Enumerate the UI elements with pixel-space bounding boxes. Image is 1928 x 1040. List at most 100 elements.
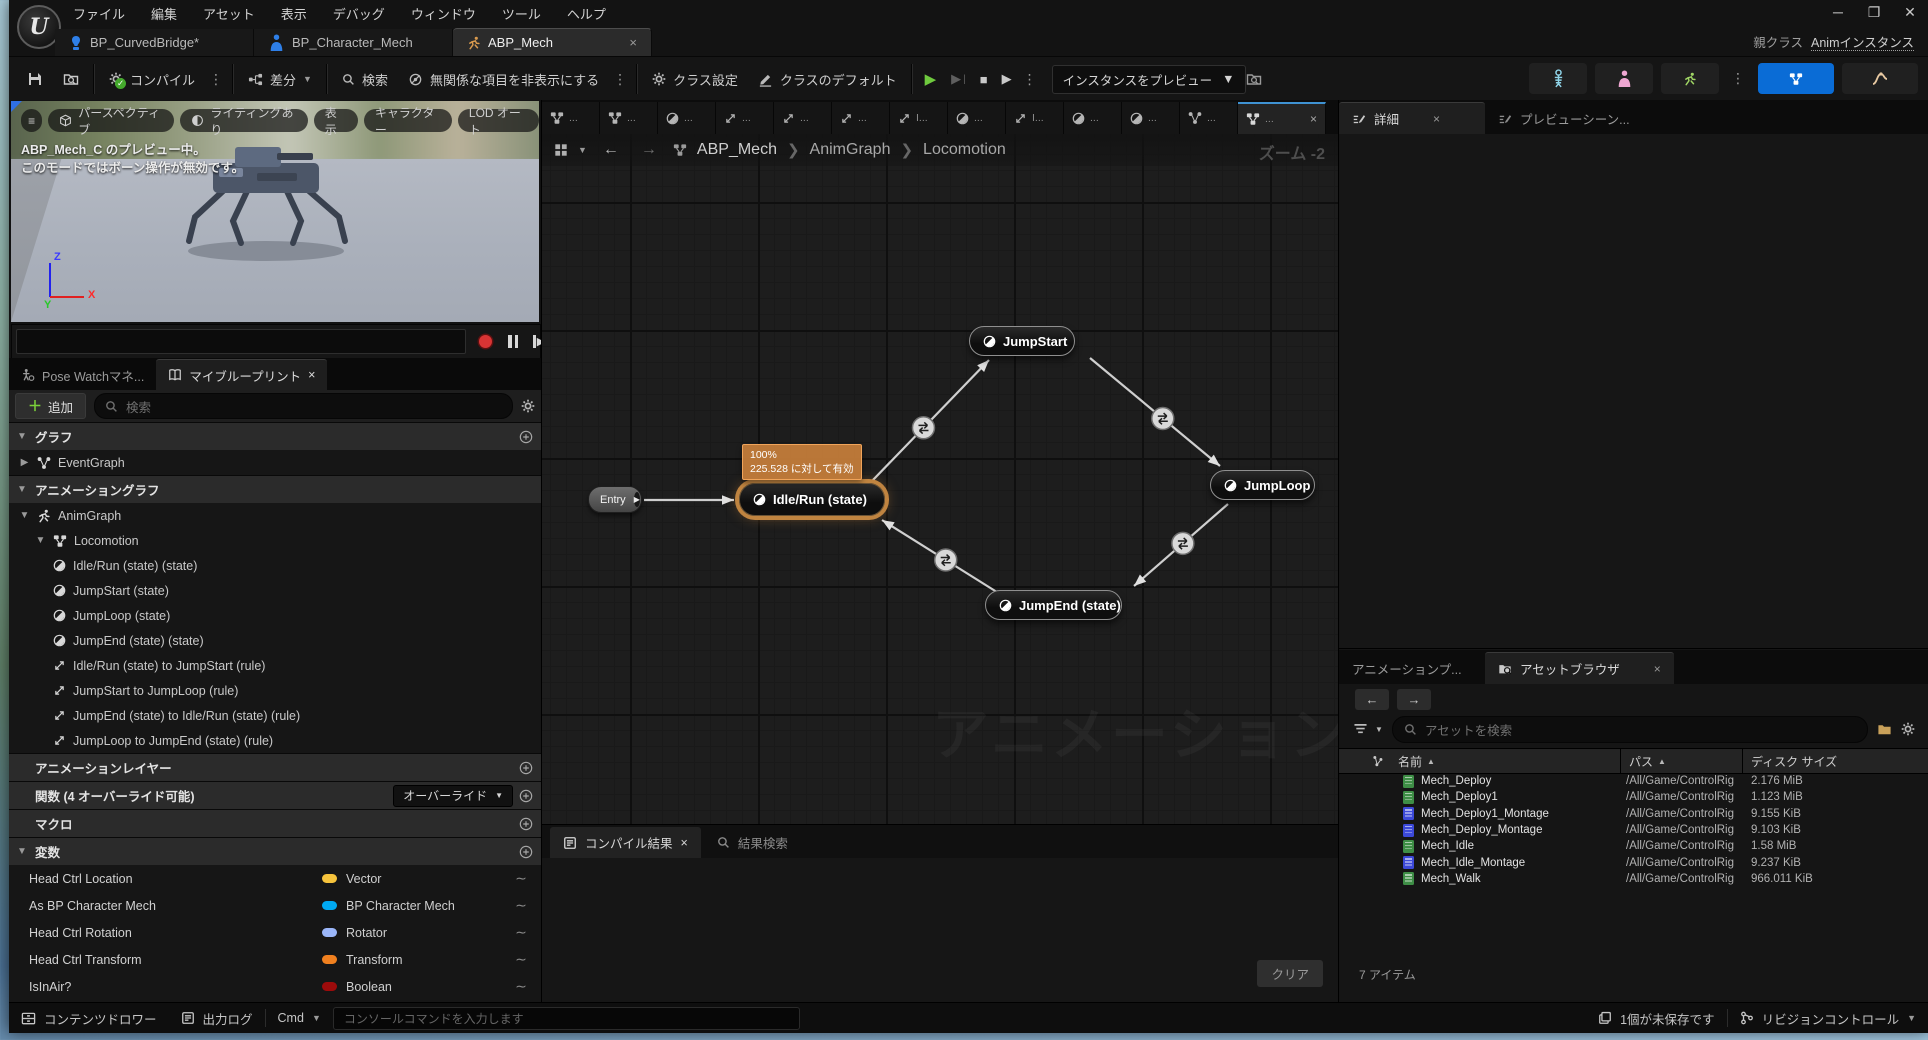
asset-row-Mech_Idle[interactable]: Mech_Idle/All/Game/ControlRig 1.58 MiB [1339,838,1928,854]
graph-tab-9[interactable]: ... [1064,102,1122,134]
asset-browser-tab--[interactable]: アセットブラウザ × [1485,652,1674,684]
maximize-button[interactable]: ❐ [1864,4,1884,21]
graph-tab-10[interactable]: ... [1122,102,1180,134]
mode-anim-curve-button[interactable] [1842,63,1918,94]
menu-item-ファイル[interactable]: ファイル [73,4,125,23]
hide-unrelated-button[interactable]: 無関係な項目を非表示にする [398,64,609,94]
eye-closed-icon[interactable]: ∼ [511,870,531,887]
menu-item-表示[interactable]: 表示 [281,4,307,23]
mode-blueprint-button[interactable] [1758,63,1834,94]
graph-tab-8[interactable]: I... [1006,102,1064,134]
parent-class-link[interactable]: Animインスタンス [1811,36,1914,51]
column-name[interactable]: 名前 ▲ [1398,749,1435,773]
transition-rule-node[interactable] [1151,406,1175,431]
column-size[interactable]: ディスク サイズ [1751,749,1837,773]
section-header-アニメーショングラフ[interactable]: ▼ アニメーショングラフ [9,475,541,503]
section-header-グラフ[interactable]: ▼ グラフ [9,422,541,450]
more-options-icon[interactable]: ⋮ [609,71,632,88]
state-machine-canvas[interactable]: アニメーション ▼ ← → ABP_Mech ❯ AnimGraph ❯ Locomotion… [542,134,1339,824]
entry-output-pin[interactable]: ▶ [633,492,640,507]
breadcrumb-AnimGraph[interactable]: AnimGraph [810,141,891,159]
find-button[interactable]: 検索 [332,64,398,94]
close-icon[interactable]: × [308,368,315,382]
mode-skeleton-button[interactable] [1529,63,1587,94]
graph-tab-1[interactable]: ... [600,102,658,134]
output-log-button[interactable]: 出力ログ [169,1003,265,1033]
menu-item-デバッグ[interactable]: デバッグ [333,4,385,23]
transition-rule-node[interactable] [911,416,936,440]
viewport-pill-パースペクティブ[interactable]: パースペクティブ [48,106,175,137]
asset-search-input[interactable]: アセットを検索 [1391,715,1868,743]
viewport-menu-button[interactable]: ≡ [21,109,43,132]
tree-item-JumpEnd-state-state-[interactable]: JumpEnd (state) (state) [9,628,541,653]
graph-tab-4[interactable]: ... [774,102,832,134]
eye-closed-icon[interactable]: ∼ [511,978,531,995]
filter-icon[interactable]: ▼ [1353,723,1383,736]
tree-item-AnimGraph[interactable]: ▼ AnimGraph [9,503,541,528]
graph-tab-5[interactable]: ... [832,102,890,134]
section-header-マクロ[interactable]: マクロ [9,809,541,837]
add-変数-icon[interactable] [519,845,533,859]
compiler-results-tab[interactable]: コンパイル結果 × [550,827,701,858]
nav-back-icon[interactable]: ← [597,141,625,159]
section-header-アニメーションレイヤー[interactable]: アニメーションレイヤー [9,753,541,781]
chevron-down-icon[interactable]: ▼ [17,431,29,442]
override-dropdown[interactable]: オーバーライド ▼ [393,784,513,807]
unsaved-assets-button[interactable]: 1個が未保存です [1586,1003,1726,1033]
expander-icon[interactable]: ▼ [19,510,30,521]
graph-tab-0[interactable]: ... [542,102,600,134]
menu-item-ツール[interactable]: ツール [502,4,541,23]
variable-row-Head-Ctrl-Rotation[interactable]: Head Ctrl Rotation Rotator ∼ [9,919,541,946]
menu-item-編集[interactable]: 編集 [151,4,177,23]
results-search-input[interactable]: 結果検索 [717,827,788,858]
state-node-idlerun[interactable]: Idle/Run (state) [739,483,885,516]
viewport-pill-ライティングあり[interactable]: ライティングあり [180,106,308,137]
viewport-pill-LOD オート[interactable]: LOD オート [457,106,539,137]
add-アニメーションレイヤー-icon[interactable] [519,761,533,775]
browse-asset-button[interactable] [53,64,89,94]
advance-button[interactable]: ▶ [995,71,1019,87]
more-options-icon[interactable]: ⋮ [1727,70,1750,87]
mode-mesh-button[interactable] [1595,63,1653,94]
viewport-pill-表示[interactable]: 表示 [313,106,358,137]
tab-pose-watch[interactable]: Pose Watchマネ... [9,360,156,390]
tree-item-JumpEnd-state-to-Idle-Run-state-rule-[interactable]: JumpEnd (state) to Idle/Run (state) (rul… [9,703,541,728]
tree-item-EventGraph[interactable]: ▶ EventGraph [9,450,541,475]
settings-gear-icon[interactable] [1901,722,1915,736]
preview-viewport[interactable]: ≡ パースペクティブ ライティングあり 表示 キャラクター LOD オート ABP_Mec… [11,101,539,322]
revision-control-button[interactable]: リビジョンコントロール ▼ [1728,1003,1928,1033]
graph-tab-3[interactable]: ... [716,102,774,134]
cmd-dropdown[interactable]: Cmd ▼ [266,1003,333,1033]
viewport-pill-キャラクター[interactable]: キャラクター [363,106,452,137]
chevron-down-icon[interactable]: ▼ [17,846,29,857]
settings-gear-icon[interactable] [521,399,535,413]
clear-button[interactable]: クリア [1257,960,1323,987]
class-defaults-button[interactable]: クラスのデフォルト [748,64,907,94]
graph-tab-11[interactable]: ... [1180,102,1238,134]
state-node-jumpstart[interactable]: JumpStart [969,326,1075,356]
breadcrumb-Locomotion[interactable]: Locomotion [923,141,1006,159]
column-type-icon[interactable] [1372,749,1385,773]
close-icon[interactable]: × [1654,662,1661,676]
menu-item-ヘルプ[interactable]: ヘルプ [567,4,606,23]
doc-tab-ABP_Mech[interactable]: ABP_Mech × [453,28,652,56]
transition-rule-node[interactable] [933,548,958,572]
pause-button[interactable] [502,331,524,351]
variable-row-Head-Ctrl-Transform[interactable]: Head Ctrl Transform Transform ∼ [9,946,541,973]
entry-node[interactable]: Entry ▶ [588,486,642,513]
chevron-down-icon[interactable]: ▼ [17,484,29,495]
forward-button[interactable]: → [1397,688,1431,710]
tab-my-blueprint[interactable]: マイブループリント × [156,359,328,390]
add-button[interactable]: ＋追加 [15,393,87,419]
my-blueprint-search-input[interactable]: 検索 [94,393,513,419]
asset-row-Mech_Deploy_Montage[interactable]: Mech_Deploy_Montage/All/Game/ControlRig 9… [1339,822,1928,838]
tree-item-JumpStart-to-JumpLoop-rule-[interactable]: JumpStart to JumpLoop (rule) [9,678,541,703]
close-button[interactable]: ✕ [1900,4,1920,21]
asset-row-Mech_Deploy1_Montage[interactable]: Mech_Deploy1_Montage/All/Game/ControlRig… [1339,806,1928,822]
chevron-down-icon[interactable]: ▼ [578,145,587,155]
compile-button[interactable]: ✓ コンパイル [99,64,205,94]
class-settings-button[interactable]: クラス設定 [642,64,748,94]
close-icon[interactable]: × [1310,112,1317,126]
close-icon[interactable]: × [629,35,637,50]
state-node-jumploop[interactable]: JumpLoop [1210,470,1315,500]
